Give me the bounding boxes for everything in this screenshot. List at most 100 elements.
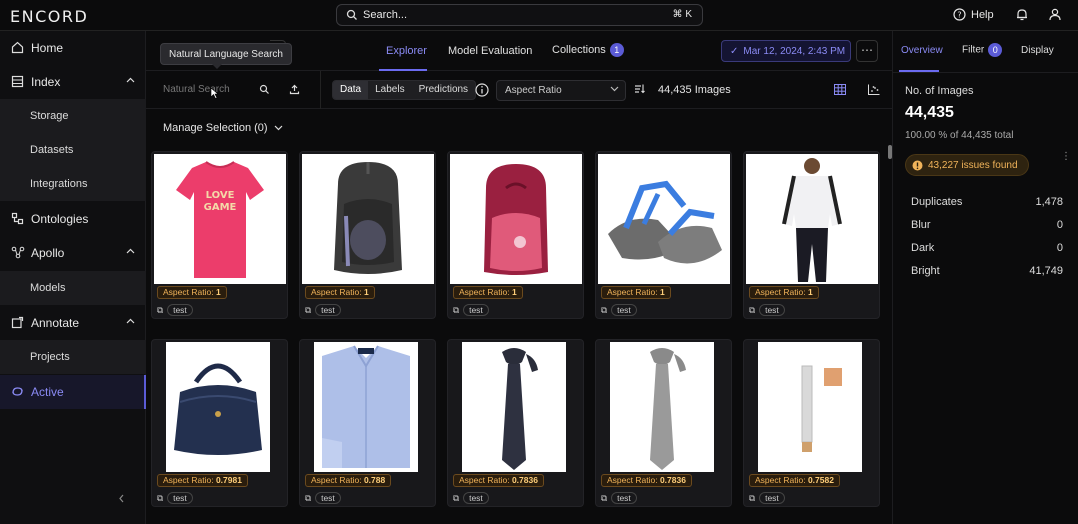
sidebar-item-apollo[interactable]: Apollo: [0, 236, 146, 270]
sidebar-item-active[interactable]: Active: [0, 375, 146, 409]
image-card[interactable]: Aspect Ratio: 0.7836 ⧉ test: [447, 339, 584, 507]
sidebar-item-home[interactable]: Home: [0, 31, 146, 65]
copy-icon: ⧉: [601, 492, 608, 503]
copy-icon: ⧉: [305, 304, 312, 315]
sidebar-item-integrations[interactable]: Integrations: [0, 167, 146, 201]
segment-labels[interactable]: Labels: [368, 81, 411, 99]
more-vertical-icon[interactable]: ⋮: [1061, 152, 1071, 162]
svg-text:GAME: GAME: [204, 202, 237, 213]
collection-tag: ⧉ test: [157, 492, 193, 504]
sort-by-select[interactable]: Aspect Ratio: [496, 80, 626, 101]
metric-value: 0: [1056, 219, 1063, 231]
metric-row-duplicates[interactable]: Duplicates 1,478: [911, 196, 1063, 208]
chevron-up-icon[interactable]: [126, 77, 135, 83]
aspect-ratio-badge: Aspect Ratio: 0.7981: [157, 474, 248, 487]
search-icon[interactable]: [259, 84, 270, 95]
collection-tag: ⧉ test: [305, 304, 341, 316]
sidebar-item-index[interactable]: Index: [0, 65, 146, 99]
aspect-ratio-label: Aspect Ratio:: [459, 475, 510, 485]
embedding-plot-icon[interactable]: [868, 84, 880, 95]
segment-predictions[interactable]: Predictions: [412, 81, 475, 99]
issues-found-badge[interactable]: 43,227 issues found: [905, 154, 1029, 176]
segment-data[interactable]: Data: [333, 81, 369, 99]
sidebar-item-label: Models: [30, 282, 66, 294]
metric-value: 1,478: [1035, 196, 1063, 208]
natural-search-input[interactable]: Natural Search: [163, 84, 230, 95]
image-card[interactable]: Aspect Ratio: 1 ⧉ test: [595, 151, 732, 319]
aspect-ratio-value: 0.7836: [511, 475, 538, 485]
tab-model-evaluation[interactable]: Model Evaluation: [448, 45, 532, 57]
collapse-sidebar-icon[interactable]: [118, 494, 125, 503]
sidebar-item-projects[interactable]: Projects: [0, 340, 146, 374]
collection-tag: ⧉ test: [453, 492, 489, 504]
chevron-down-icon: [610, 86, 619, 92]
metric-row-blur[interactable]: Blur 0: [911, 219, 1063, 231]
image-thumbnail-backpack-red: [450, 154, 582, 284]
global-search-input[interactable]: Search... ⌘ K: [336, 4, 703, 26]
grid-view-icon[interactable]: [834, 84, 846, 95]
image-card[interactable]: Aspect Ratio: 1 ⧉ test: [299, 151, 436, 319]
collection-tag: ⧉ test: [157, 304, 193, 316]
aspect-ratio-label: Aspect Ratio:: [459, 287, 510, 297]
aspect-ratio-badge: Aspect Ratio: 0.7582: [749, 474, 840, 487]
user-icon[interactable]: [1049, 8, 1061, 21]
info-icon[interactable]: [475, 83, 489, 97]
date-picker-button[interactable]: ✓ Mar 12, 2024, 2:43 PM: [721, 40, 851, 62]
sort-order-icon[interactable]: [634, 83, 645, 94]
tag-label: test: [759, 492, 785, 504]
metric-row-dark[interactable]: Dark 0: [911, 242, 1063, 254]
bell-icon[interactable]: [1016, 8, 1028, 21]
check-icon: ✓: [730, 45, 739, 57]
sidebar-item-label: Datasets: [30, 144, 74, 156]
image-card[interactable]: LOVE GAME Aspect Ratio: 1 ⧉ test: [151, 151, 288, 319]
chevron-up-icon[interactable]: [126, 248, 135, 254]
sidebar-item-label: Apollo: [31, 246, 65, 260]
encord-logo[interactable]: ENCORD: [10, 7, 88, 26]
aspect-ratio-value: 1: [659, 287, 665, 297]
divider: [893, 72, 1078, 73]
data-source-segmented-control: Data Labels Predictions: [332, 80, 477, 100]
metric-label: Dark: [911, 242, 935, 254]
sidebar-item-datasets[interactable]: Datasets: [0, 133, 146, 167]
metric-row-bright[interactable]: Bright 41,749: [911, 265, 1063, 277]
help-button[interactable]: ? Help: [953, 8, 994, 21]
sidebar-item-models[interactable]: Models: [0, 271, 146, 305]
manage-selection-dropdown[interactable]: Manage Selection (0): [163, 122, 283, 134]
metric-label: Bright: [911, 265, 940, 277]
index-icon: [11, 75, 24, 88]
sidebar-item-label: Active: [31, 385, 64, 399]
tab-filter[interactable]: Filter 0: [962, 43, 1003, 57]
tab-collections[interactable]: Collections 1: [552, 43, 624, 57]
sidebar-item-label: Integrations: [30, 178, 88, 190]
aspect-ratio-value: 1: [511, 287, 517, 297]
search-shortcut: ⌘ K: [672, 9, 692, 20]
tab-explorer[interactable]: Explorer: [386, 45, 427, 57]
image-card[interactable]: Aspect Ratio: 0.7836 ⧉ test: [595, 339, 732, 507]
collection-tag: ⧉ test: [453, 304, 489, 316]
aspect-ratio-badge: Aspect Ratio: 0.7836: [601, 474, 692, 487]
tag-label: test: [611, 304, 637, 316]
image-card[interactable]: Aspect Ratio: 0.7981 ⧉ test: [151, 339, 288, 507]
tab-display[interactable]: Display: [1021, 45, 1054, 56]
image-card[interactable]: Aspect Ratio: 1 ⧉ test: [447, 151, 584, 319]
mouse-cursor-icon: [210, 87, 219, 99]
collection-tag: ⧉ test: [749, 304, 785, 316]
more-options-button[interactable]: ⋯: [856, 40, 878, 62]
copy-icon: ⧉: [453, 492, 460, 503]
sidebar-item-ontologies[interactable]: Ontologies: [0, 202, 146, 236]
image-card[interactable]: Aspect Ratio: 0.7582 ⧉ test: [743, 339, 880, 507]
sidebar-item-annotate[interactable]: Annotate: [0, 306, 146, 340]
image-thumbnail-backpack-black: [302, 154, 434, 284]
toolbar-divider: [320, 71, 321, 109]
upload-icon[interactable]: [289, 84, 300, 95]
copy-icon: ⧉: [749, 492, 756, 503]
image-thumbnail-cosmetic: [758, 342, 862, 472]
search-icon: [346, 9, 357, 20]
chevron-up-icon[interactable]: [126, 318, 135, 324]
tab-overview[interactable]: Overview: [901, 45, 943, 56]
top-bar: ENCORD Search... ⌘ K ? Help: [0, 0, 1078, 31]
image-card[interactable]: Aspect Ratio: 0.788 ⧉ test: [299, 339, 436, 507]
sidebar-item-storage[interactable]: Storage: [0, 99, 146, 133]
image-card[interactable]: Aspect Ratio: 1 ⧉ test: [743, 151, 880, 319]
aspect-ratio-badge: Aspect Ratio: 1: [157, 286, 227, 299]
